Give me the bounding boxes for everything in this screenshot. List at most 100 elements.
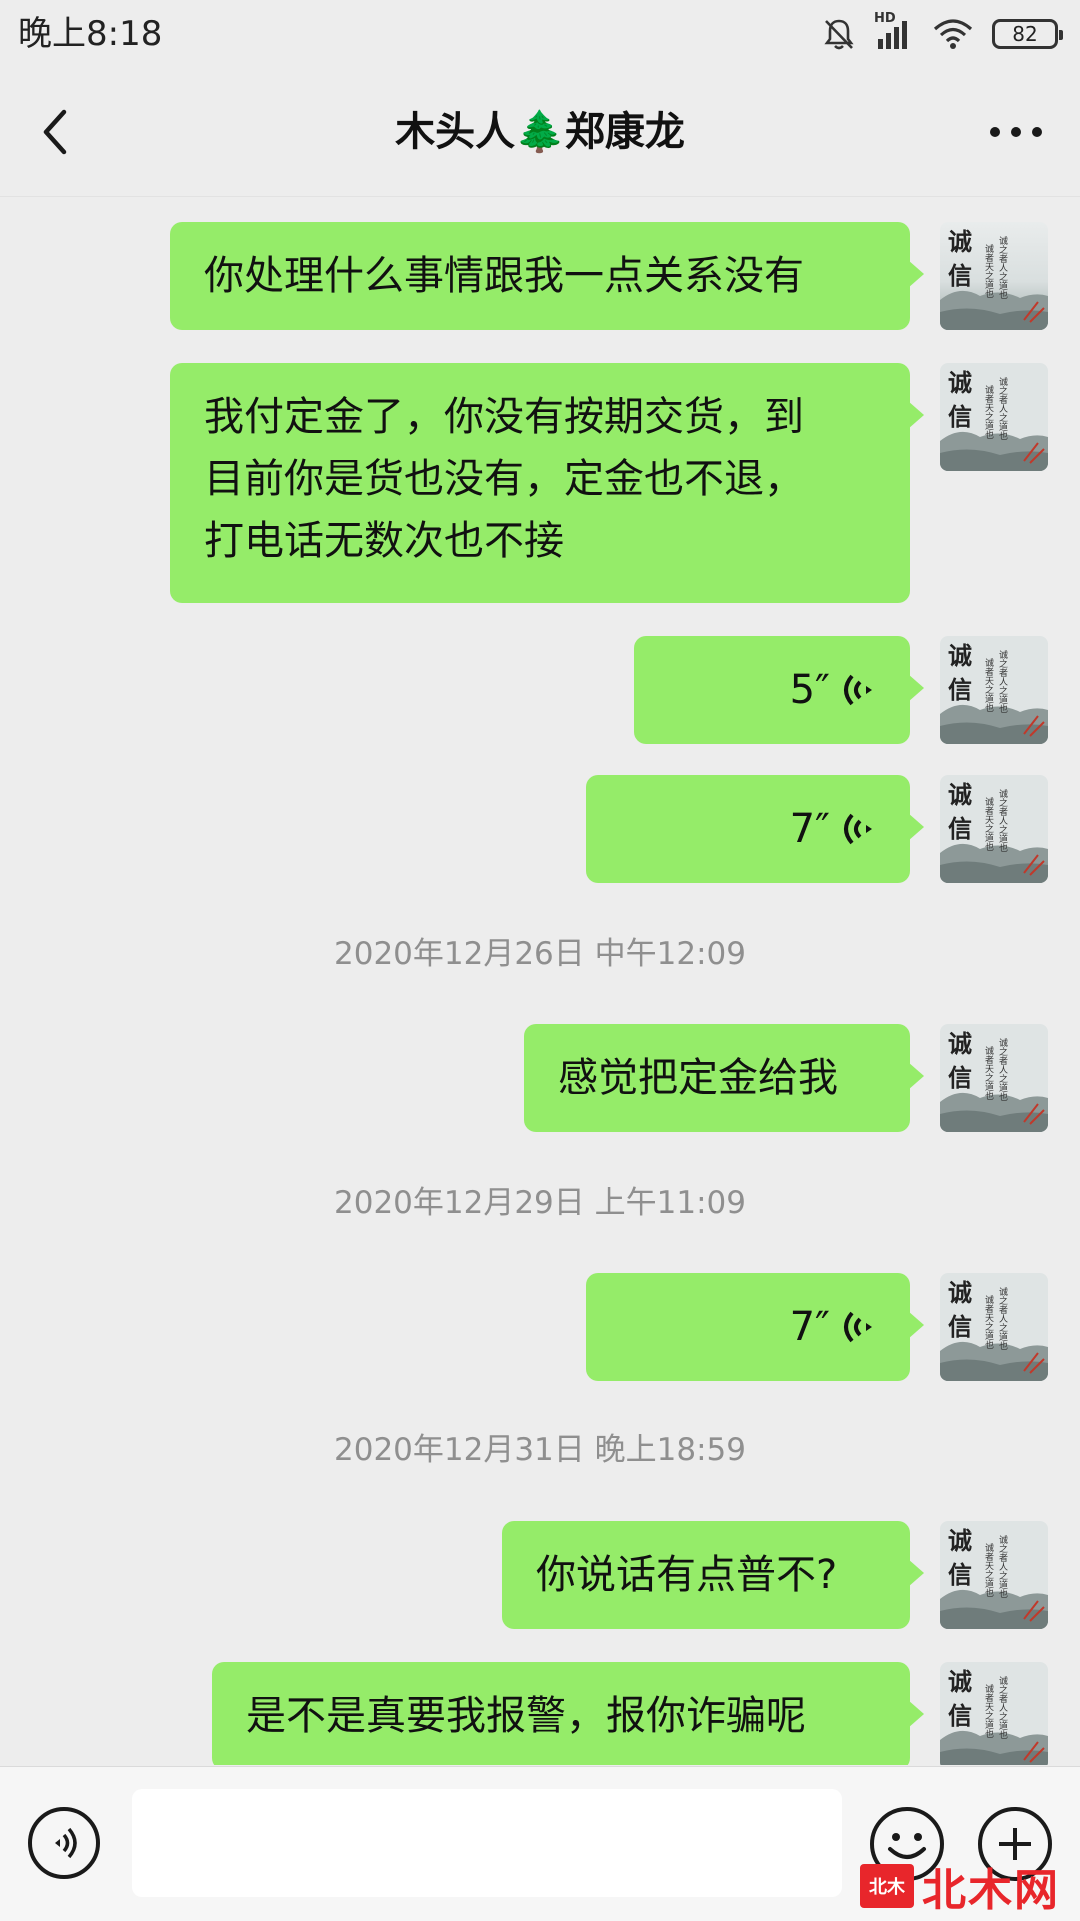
svg-text:诚: 诚 <box>948 1029 972 1058</box>
message-line: 打电话无数次也不接 <box>204 518 564 564</box>
svg-text:信: 信 <box>948 402 972 431</box>
signal-icon: HD <box>874 11 914 51</box>
svg-text:诚者天之道也: 诚者天之道也 <box>983 1683 994 1738</box>
message-row: 是不是真要我报警，报你诈骗呢 诚 信 诚之者人之道也 诚者天之道也 <box>0 1662 1080 1765</box>
message-input[interactable] <box>132 1789 842 1897</box>
avatar-image: 诚 信 诚之者人之道也 诚者天之道也 <box>940 363 1048 471</box>
more-horizontal-icon <box>990 127 1042 137</box>
message-row: 7″ 诚 信 诚之者人之道也 诚者天之道也 <box>0 1273 1080 1383</box>
svg-text:诚之者人之道也: 诚之者人之道也 <box>997 1286 1008 1350</box>
svg-text:诚者天之道也: 诚者天之道也 <box>983 1045 994 1100</box>
text-bubble[interactable]: 你说话有点普不? <box>502 1521 924 1629</box>
svg-text:诚者天之道也: 诚者天之道也 <box>983 243 994 298</box>
svg-text:诚: 诚 <box>948 1526 972 1555</box>
message-text: 感觉把定金给我 <box>558 1055 838 1101</box>
text-bubble[interactable]: 是不是真要我报警，报你诈骗呢 <box>212 1662 924 1765</box>
message-row: 你处理什么事情跟我一点关系没有 诚 信 诚之者人之道也 诚者天之道也 <box>0 222 1080 332</box>
avatar[interactable]: 诚 信 诚之者人之道也 诚者天之道也 <box>940 1024 1048 1132</box>
svg-text:信: 信 <box>948 675 972 704</box>
avatar[interactable]: 诚 信 诚之者人之道也 诚者天之道也 <box>940 1273 1048 1381</box>
voice-input-button[interactable] <box>28 1807 100 1879</box>
voice-duration: 7″ <box>789 1304 830 1350</box>
svg-text:信: 信 <box>948 814 972 843</box>
text-bubble[interactable]: 你处理什么事情跟我一点关系没有 <box>170 222 924 330</box>
timestamp: 2020年12月29日 上午11:09 <box>334 1185 746 1221</box>
chevron-left-icon <box>43 109 67 155</box>
message-row: 我付定金了，你没有按期交货，到 目前你是货也没有，定金也不退， 打电话无数次也不… <box>0 363 1080 603</box>
status-time: 晚上8:18 <box>18 14 163 54</box>
avatar[interactable]: 诚 信 诚之者人之道也 诚者天之道也 <box>940 775 1048 883</box>
message-text: 你说话有点普不? <box>536 1552 838 1598</box>
svg-text:诚之者人之道也: 诚之者人之道也 <box>997 1675 1008 1739</box>
voice-wave-icon <box>844 813 872 845</box>
svg-text:诚者天之道也: 诚者天之道也 <box>983 657 994 712</box>
watermark-text: 北木网 <box>922 1865 1060 1916</box>
svg-text:诚: 诚 <box>948 1278 972 1307</box>
voice-bubble[interactable]: 7″ <box>586 775 924 883</box>
timestamp: 2020年12月31日 晚上18:59 <box>334 1432 746 1468</box>
svg-text:诚之者人之道也: 诚之者人之道也 <box>997 235 1008 299</box>
svg-text:信: 信 <box>948 1701 972 1730</box>
voice-wave-icon <box>844 1311 872 1343</box>
avatar-image: 诚 信 诚之者人之道也 诚者天之道也 <box>940 1662 1048 1765</box>
back-button[interactable] <box>24 100 88 164</box>
avatar[interactable]: 诚 信 诚之者人之道也 诚者天之道也 <box>940 636 1048 744</box>
svg-text:信: 信 <box>948 1312 972 1341</box>
watermark-badge: 北木 <box>860 1864 914 1908</box>
svg-text:信: 信 <box>948 261 972 290</box>
voice-input-icon <box>55 1827 77 1859</box>
notifications-muted-icon <box>822 17 856 51</box>
svg-text:诚: 诚 <box>948 1667 972 1696</box>
battery-icon: 82 <box>992 19 1063 49</box>
avatar-image: 诚 信 诚之者人之道也 诚者天之道也 <box>940 775 1048 883</box>
message-row: 7″ 诚 信 诚之者人之道也 诚者天之道也 <box>0 775 1080 885</box>
status-icons: HD 82 <box>822 11 1063 56</box>
svg-text:诚之者人之道也: 诚之者人之道也 <box>997 788 1008 852</box>
text-bubble[interactable]: 感觉把定金给我 <box>524 1024 924 1132</box>
message-text: 是不是真要我报警，报你诈骗呢 <box>246 1693 806 1739</box>
message-text: 你处理什么事情跟我一点关系没有 <box>204 253 804 299</box>
svg-text:信: 信 <box>948 1063 972 1092</box>
voice-duration: 5″ <box>789 667 830 713</box>
status-bar: 晚上8:18 HD 82 <box>0 0 1080 68</box>
svg-text:诚者天之道也: 诚者天之道也 <box>983 384 994 439</box>
message-row: 感觉把定金给我 诚 信 诚之者人之道也 诚者天之道也 <box>0 1024 1080 1134</box>
svg-text:诚之者人之道也: 诚之者人之道也 <box>997 1037 1008 1101</box>
avatar[interactable]: 诚 信 诚之者人之道也 诚者天之道也 <box>940 363 1048 471</box>
avatar-image: 诚 信 诚之者人之道也 诚者天之道也 <box>940 1521 1048 1629</box>
svg-text:信: 信 <box>948 1560 972 1589</box>
text-bubble[interactable]: 我付定金了，你没有按期交货，到 目前你是货也没有，定金也不退， 打电话无数次也不… <box>170 363 924 603</box>
chat-title: 木头人🌲郑康龙 <box>395 109 685 155</box>
svg-text:诚: 诚 <box>948 780 972 809</box>
voice-duration: 7″ <box>789 806 830 852</box>
svg-text:诚者天之道也: 诚者天之道也 <box>983 1294 994 1349</box>
avatar-image: 诚 信 诚之者人之道也 诚者天之道也 <box>940 1273 1048 1381</box>
avatar-image: 诚 信 诚之者人之道也 诚者天之道也 <box>940 1024 1048 1132</box>
svg-text:诚: 诚 <box>948 641 972 670</box>
voice-bubble[interactable]: 7″ <box>586 1273 924 1381</box>
svg-text:诚者天之道也: 诚者天之道也 <box>983 1542 994 1597</box>
voice-wave-icon <box>844 674 872 706</box>
avatar[interactable]: 诚 信 诚之者人之道也 诚者天之道也 <box>940 222 1048 330</box>
title-bar: 木头人🌲郑康龙 <box>0 68 1080 197</box>
timestamp: 2020年12月26日 中午12:09 <box>334 936 746 972</box>
avatar-image: 诚 信 诚之者人之道也 诚者天之道也 <box>940 636 1048 744</box>
watermark: 北木 北木网 <box>860 1858 1072 1916</box>
chat-messages[interactable]: 你处理什么事情跟我一点关系没有 诚 信 诚之者人之道也 诚者天之道也 我付定金了… <box>0 197 1080 1765</box>
message-row: 5″ 诚 信 诚之者人之道也 诚者天之道也 <box>0 636 1080 746</box>
svg-text:诚者天之道也: 诚者天之道也 <box>983 796 994 851</box>
message-line: 目前你是货也没有，定金也不退， <box>204 456 804 502</box>
svg-text:诚之者人之道也: 诚之者人之道也 <box>997 376 1008 440</box>
svg-text:诚之者人之道也: 诚之者人之道也 <box>997 649 1008 713</box>
more-button[interactable] <box>976 100 1056 164</box>
svg-text:诚之者人之道也: 诚之者人之道也 <box>997 1534 1008 1598</box>
message-row: 你说话有点普不? 诚 信 诚之者人之道也 诚者天之道也 <box>0 1521 1080 1631</box>
wifi-icon <box>932 17 974 51</box>
avatar[interactable]: 诚 信 诚之者人之道也 诚者天之道也 <box>940 1521 1048 1629</box>
voice-bubble[interactable]: 5″ <box>634 636 924 744</box>
svg-text:诚: 诚 <box>948 368 972 397</box>
network-type-label: HD <box>874 11 896 26</box>
avatar[interactable]: 诚 信 诚之者人之道也 诚者天之道也 <box>940 1662 1048 1765</box>
avatar-image: 诚 信 诚之者人之道也 诚者天之道也 <box>940 222 1048 330</box>
svg-text:诚: 诚 <box>948 227 972 256</box>
